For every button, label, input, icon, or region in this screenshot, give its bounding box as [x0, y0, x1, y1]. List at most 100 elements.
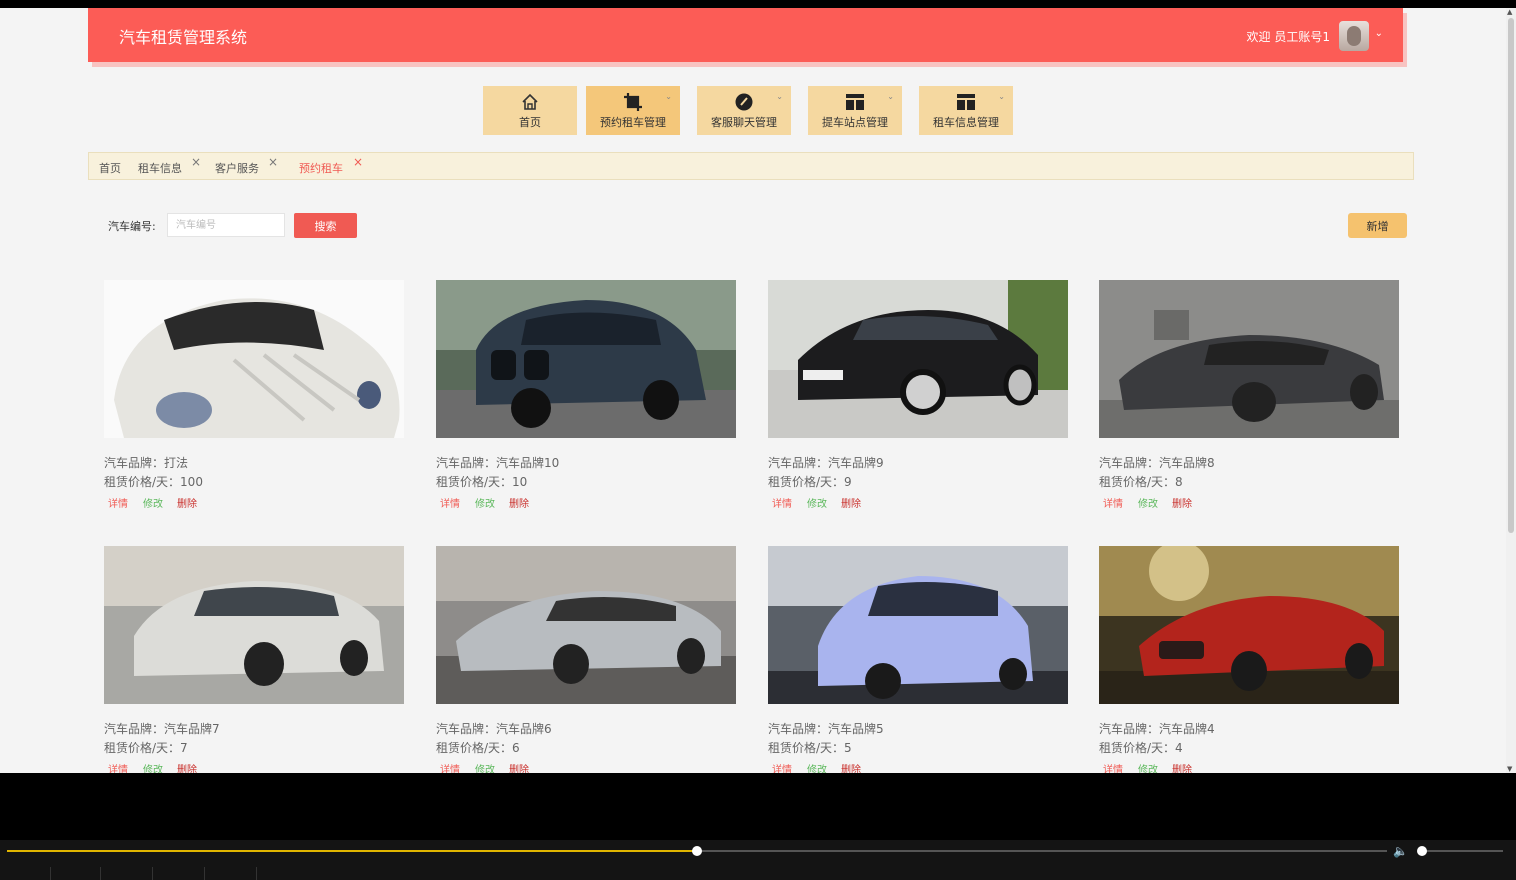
chat-icon: [735, 93, 753, 111]
progress-knob[interactable]: [692, 846, 702, 856]
car-brand: 汽车品牌：汽车品牌8: [1099, 456, 1215, 470]
menu-station-label: 提车站点管理: [822, 116, 888, 129]
menu-reservation-label: 预约租车管理: [600, 116, 666, 129]
detail-link[interactable]: 详情: [772, 495, 792, 510]
edit-link[interactable]: 修改: [143, 495, 163, 510]
chevron-down-icon: ⌄: [998, 92, 1005, 101]
car-image[interactable]: [1099, 280, 1399, 438]
control-segment[interactable]: [204, 867, 205, 880]
menu-chat-label: 客服聊天管理: [711, 116, 777, 129]
car-brand: 汽车品牌：汽车品牌6: [436, 722, 552, 736]
car-image[interactable]: [768, 280, 1068, 438]
detail-link[interactable]: 详情: [1103, 761, 1123, 773]
car-brand: 汽车品牌：汽车品牌4: [1099, 722, 1215, 736]
chevron-down-icon: ⌄: [776, 92, 783, 101]
edit-link[interactable]: 修改: [807, 495, 827, 510]
volume-slider[interactable]: [1417, 846, 1503, 856]
edit-link[interactable]: 修改: [475, 761, 495, 773]
menu-home-label: 首页: [519, 116, 541, 129]
car-image[interactable]: [436, 546, 736, 704]
app-title: 汽车租赁管理系统: [119, 28, 248, 47]
delete-link[interactable]: 删除: [177, 761, 197, 773]
tab-reservation[interactable]: 预约租车: [299, 160, 343, 176]
avatar[interactable]: [1339, 21, 1369, 51]
control-segment[interactable]: [100, 867, 101, 880]
scroll-down-icon[interactable]: ▼: [1507, 765, 1512, 773]
delete-link[interactable]: 删除: [177, 495, 197, 510]
tab-rental-info[interactable]: 租车信息: [138, 160, 182, 176]
detail-link[interactable]: 详情: [440, 761, 460, 773]
control-segment[interactable]: [152, 867, 153, 880]
detail-link[interactable]: 详情: [108, 495, 128, 510]
detail-link[interactable]: 详情: [440, 495, 460, 510]
tab-home[interactable]: 首页: [99, 160, 121, 176]
car-price: 租赁价格/天：7: [104, 741, 188, 755]
car-image[interactable]: [104, 280, 404, 438]
control-segment[interactable]: [256, 867, 257, 880]
close-icon[interactable]: ×: [191, 155, 201, 169]
car-image[interactable]: [104, 546, 404, 704]
layout-icon: [846, 94, 864, 110]
chevron-down-icon: ⌄: [665, 92, 672, 101]
car-brand: 汽车品牌：汽车品牌10: [436, 456, 560, 470]
menu-chat[interactable]: 客服聊天管理 ⌄: [697, 86, 791, 135]
app-header: 汽车租赁管理系统 欢迎 员工账号1 ⌄: [88, 8, 1403, 62]
edit-link[interactable]: 修改: [475, 495, 495, 510]
tab-customer-service[interactable]: 客户服务: [215, 160, 259, 176]
progress-played: [7, 850, 697, 852]
menu-rental-info-label: 租车信息管理: [933, 116, 999, 129]
car-number-input[interactable]: [167, 213, 285, 237]
car-image[interactable]: [1099, 546, 1399, 704]
progress-track[interactable]: [7, 846, 1387, 856]
car-price: 租赁价格/天：6: [436, 741, 520, 755]
car-brand: 汽车品牌：汽车品牌9: [768, 456, 884, 470]
car-price: 租赁价格/天：8: [1099, 475, 1183, 489]
car-price: 租赁价格/天：10: [436, 475, 528, 489]
car-image[interactable]: [436, 280, 736, 438]
home-icon: [522, 93, 538, 110]
delete-link[interactable]: 删除: [1172, 761, 1192, 773]
volume-icon[interactable]: 🔈: [1393, 844, 1408, 858]
chevron-down-icon[interactable]: ⌄: [1375, 28, 1383, 39]
delete-link[interactable]: 删除: [509, 495, 529, 510]
menu-home[interactable]: 首页: [483, 86, 577, 135]
edit-link[interactable]: 修改: [807, 761, 827, 773]
add-button[interactable]: 新增: [1348, 213, 1407, 238]
video-player-controls: 🔈: [0, 840, 1516, 880]
vertical-scrollbar[interactable]: ▲ ▼: [1506, 8, 1516, 773]
layout-icon: [957, 94, 975, 110]
delete-link[interactable]: 删除: [841, 495, 861, 510]
tab-bar: 首页 租车信息 × 客户服务 × 预约租车 ×: [88, 152, 1414, 180]
car-price: 租赁价格/天：4: [1099, 741, 1183, 755]
delete-link[interactable]: 删除: [841, 761, 861, 773]
delete-link[interactable]: 删除: [1172, 495, 1192, 510]
detail-link[interactable]: 详情: [108, 761, 128, 773]
car-brand: 汽车品牌：打法: [104, 456, 189, 470]
car-brand: 汽车品牌：汽车品牌5: [768, 722, 884, 736]
edit-link[interactable]: 修改: [143, 761, 163, 773]
car-price: 租赁价格/天：9: [768, 475, 852, 489]
search-button[interactable]: 搜索: [294, 213, 357, 238]
delete-link[interactable]: 删除: [509, 761, 529, 773]
search-label: 汽车编号:: [108, 220, 156, 233]
browser-viewport: 汽车租赁管理系统 欢迎 员工账号1 ⌄ 首页 预约租车管理 ⌄ 客服聊天管理 ⌄: [0, 8, 1506, 773]
menu-rental-info[interactable]: 租车信息管理 ⌄: [919, 86, 1013, 135]
menu-station[interactable]: 提车站点管理 ⌄: [808, 86, 902, 135]
edit-link[interactable]: 修改: [1138, 495, 1158, 510]
control-segment[interactable]: [50, 867, 51, 880]
car-image[interactable]: [768, 546, 1068, 704]
scrollbar-thumb[interactable]: [1508, 18, 1514, 533]
scroll-up-icon[interactable]: ▲: [1507, 8, 1512, 16]
close-icon[interactable]: ×: [268, 155, 278, 169]
detail-link[interactable]: 详情: [1103, 495, 1123, 510]
welcome-text: 欢迎 员工账号1: [1246, 30, 1330, 44]
close-icon[interactable]: ×: [353, 155, 363, 169]
car-brand: 汽车品牌：汽车品牌7: [104, 722, 220, 736]
car-price: 租赁价格/天：100: [104, 475, 203, 489]
edit-link[interactable]: 修改: [1138, 761, 1158, 773]
menu-reservation[interactable]: 预约租车管理 ⌄: [586, 86, 680, 135]
chevron-down-icon: ⌄: [887, 92, 894, 101]
detail-link[interactable]: 详情: [772, 761, 792, 773]
volume-knob[interactable]: [1417, 846, 1428, 856]
crop-icon: [624, 93, 642, 111]
